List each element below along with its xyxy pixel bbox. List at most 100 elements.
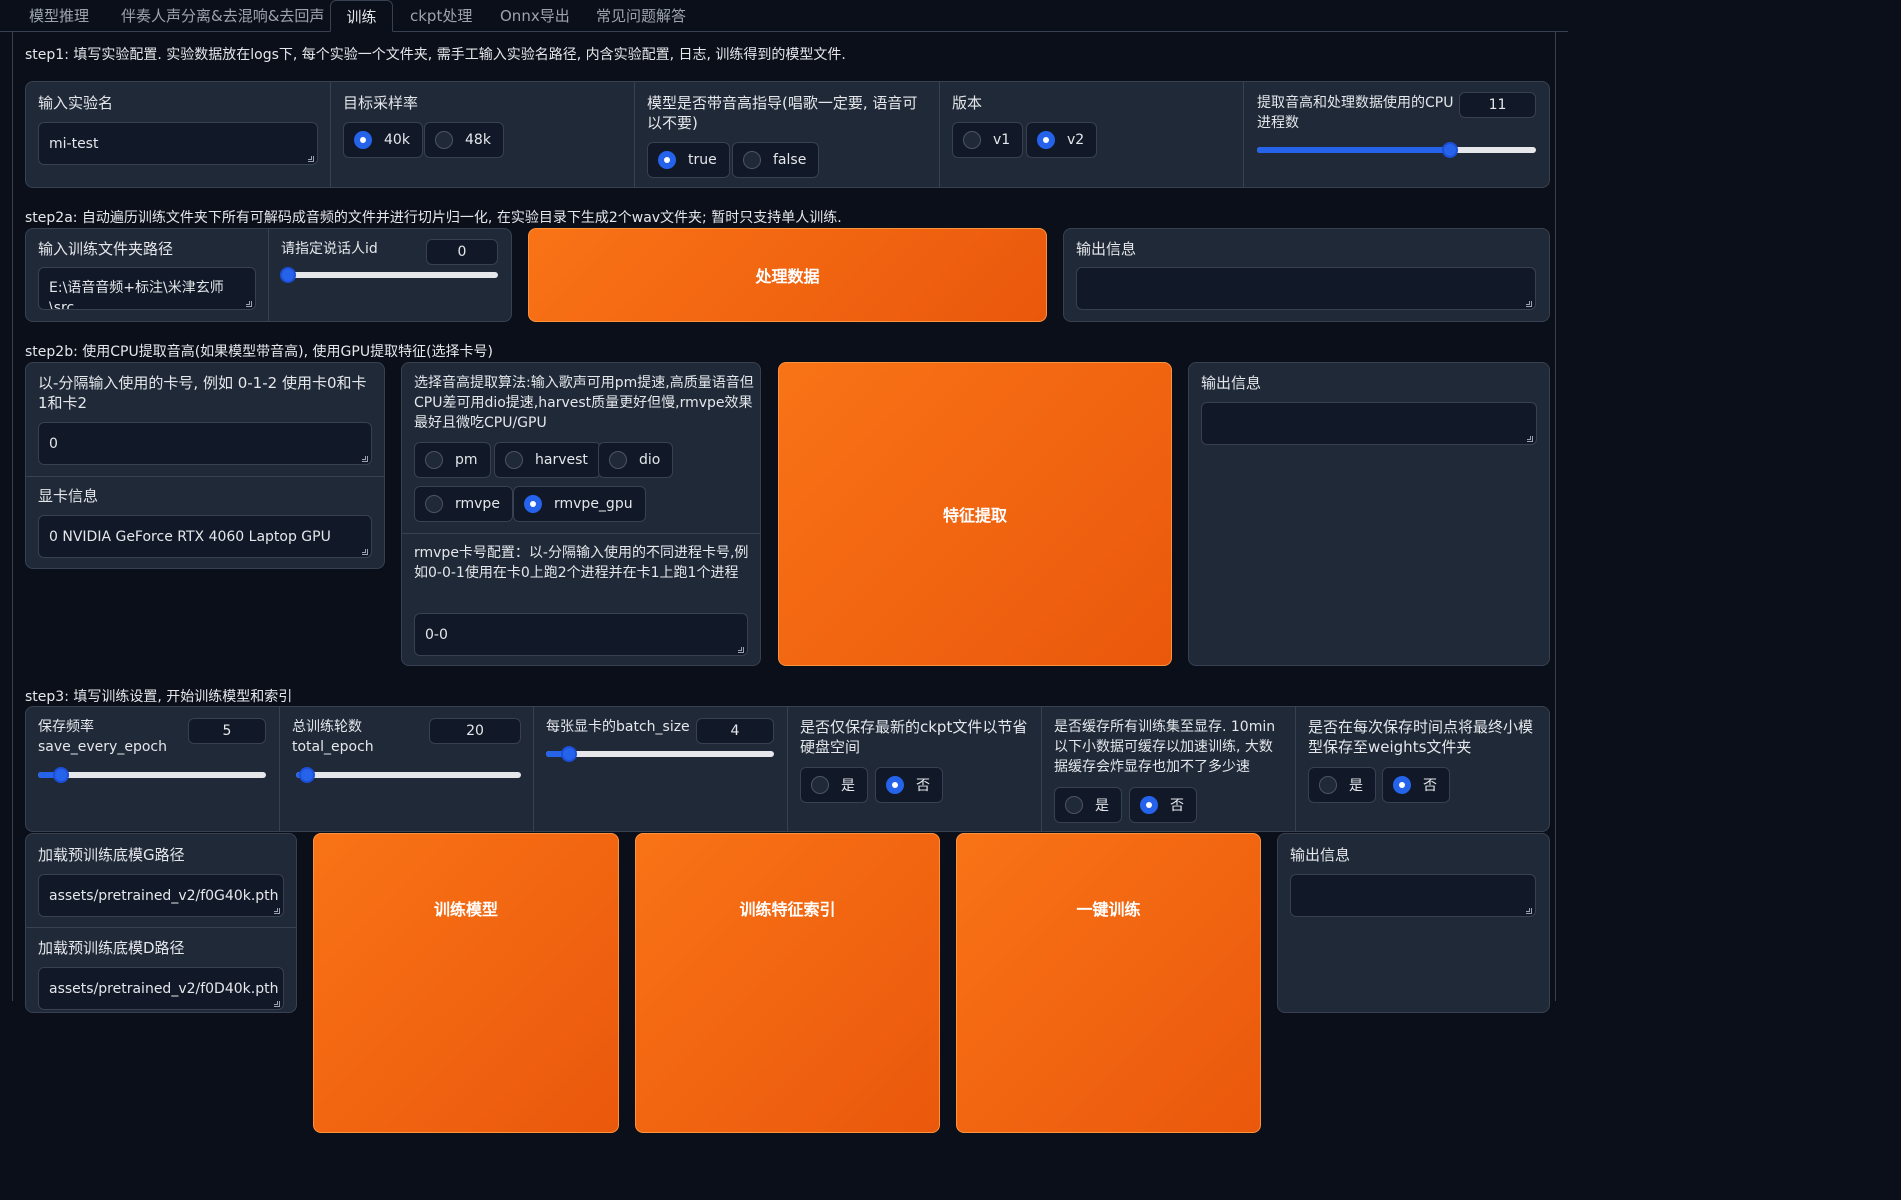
train-index-button[interactable]: 训练特征索引 (635, 833, 940, 1133)
divider (279, 707, 280, 831)
divider (26, 927, 296, 928)
extract-feature-button[interactable]: 特征提取 (778, 362, 1172, 666)
radio-unchecked-icon (435, 131, 453, 149)
save-latest-label: 是否仅保存最新的ckpt文件以节省硬盘空间 (800, 718, 1028, 756)
radio-checked-icon (1393, 776, 1411, 794)
radio-label: true (688, 152, 717, 168)
radio-label: v1 (993, 132, 1011, 148)
resize-grip-icon[interactable] (738, 647, 744, 653)
slider-thumb[interactable] (52, 767, 69, 783)
radio-label: 是 (1095, 798, 1109, 814)
gpus-label: 以-分隔输入使用的卡号, 例如 0-1-2 使用卡0和卡1和卡2 (38, 374, 367, 412)
exp-name-label: 输入实验名 (38, 94, 114, 112)
radio-label: 40k (384, 132, 410, 148)
radio-unchecked-icon (1319, 776, 1337, 794)
output-info-textarea[interactable] (1076, 267, 1536, 310)
batch-size-slider[interactable] (546, 746, 774, 762)
total-epoch-number[interactable]: 20 (429, 718, 521, 744)
radio-weights-no[interactable]: 否 (1382, 767, 1450, 803)
step2b-gpu-panel: 以-分隔输入使用的卡号, 例如 0-1-2 使用卡0和卡1和卡2 0 显卡信息 … (25, 362, 385, 569)
resize-grip-icon[interactable] (1526, 908, 1532, 914)
radio-f0-true[interactable]: true (647, 142, 730, 178)
rmvpe-gpus-input[interactable]: 0-0 (414, 613, 748, 656)
radio-f0-rmvpe[interactable]: rmvpe (414, 486, 513, 522)
batch-size-number[interactable]: 4 (696, 718, 774, 744)
resize-grip-icon[interactable] (1526, 301, 1532, 307)
divider (268, 229, 269, 321)
speaker-id-label: 请指定说话人id (281, 241, 378, 257)
pretrained-g-input[interactable]: assets/pretrained_v2/f0G40k.pth (38, 874, 284, 917)
slider-thumb[interactable] (280, 267, 296, 283)
radio-unchecked-icon (743, 151, 761, 169)
total-epoch-slider[interactable] (296, 767, 521, 783)
radio-weights-yes[interactable]: 是 (1308, 767, 1376, 803)
trainset-dir-input[interactable]: E:\语音音频+标注\米津玄师\src (38, 267, 256, 310)
rmvpe-gpus-label: rmvpe卡号配置：以-分隔输入使用的不同进程卡号,例如0-0-1使用在卡0上跑… (414, 545, 749, 581)
exp-name-input[interactable]: mi-test (38, 122, 318, 165)
radio-f0-rmvpe-gpu[interactable]: rmvpe_gpu (513, 486, 646, 522)
cpu-processes-label: 提取音高和处理数据使用的CPU进程数 (1257, 95, 1454, 131)
trainset-dir-label: 输入训练文件夹路径 (38, 240, 174, 258)
tab-inference[interactable]: 模型推理 (29, 0, 89, 32)
step3-title: step3: 填写训练设置, 开始训练模型和索引 (25, 689, 293, 705)
tab-train[interactable]: 训练 (330, 0, 393, 32)
tab-faq[interactable]: 常见问题解答 (596, 0, 686, 32)
gpus-value: 0 (49, 436, 58, 452)
tab-onnx[interactable]: Onnx导出 (500, 0, 570, 32)
resize-grip-icon[interactable] (308, 156, 314, 162)
resize-grip-icon[interactable] (274, 1001, 280, 1007)
radio-f0-harvest[interactable]: harvest (494, 442, 601, 478)
output-info-textarea[interactable] (1290, 874, 1536, 917)
radio-version-v2[interactable]: v2 (1026, 122, 1098, 158)
trainset-dir-value: E:\语音音频+标注\米津玄师\src (49, 280, 224, 310)
resize-grip-icon[interactable] (274, 908, 280, 914)
save-epoch-number[interactable]: 5 (188, 718, 266, 744)
cpu-processes-number[interactable]: 11 (1459, 92, 1536, 118)
resize-grip-icon[interactable] (362, 549, 368, 555)
step2b-title: step2b: 使用CPU提取音高(如果模型带音高), 使用GPU提取特征(选择… (25, 344, 493, 360)
gpu-info-label: 显卡信息 (38, 487, 99, 505)
tab-uvr[interactable]: 伴奏人声分离&去混响&去回声 (121, 0, 324, 32)
radio-latest-yes[interactable]: 是 (800, 767, 868, 803)
resize-grip-icon[interactable] (362, 456, 368, 462)
radio-sr-40k[interactable]: 40k (343, 122, 423, 158)
speaker-id-slider[interactable] (280, 267, 498, 283)
radio-f0-dio[interactable]: dio (598, 442, 674, 478)
resize-grip-icon[interactable] (246, 301, 252, 307)
total-epoch-label: 总训练轮数 total_epoch (292, 719, 374, 755)
radio-f0-pm[interactable]: pm (414, 442, 491, 478)
gpus-input[interactable]: 0 (38, 422, 372, 465)
output-info-textarea[interactable] (1201, 402, 1537, 445)
radio-unchecked-icon (811, 776, 829, 794)
radio-unchecked-icon (425, 451, 443, 469)
output-info-label: 输出信息 (1076, 240, 1137, 258)
speaker-id-number[interactable]: 0 (426, 239, 498, 265)
radio-cache-yes[interactable]: 是 (1054, 787, 1122, 823)
save-epoch-slider[interactable] (38, 767, 266, 783)
cpu-processes-slider[interactable] (1257, 142, 1536, 158)
pretrained-d-input[interactable]: assets/pretrained_v2/f0D40k.pth (38, 967, 284, 1010)
divider (787, 707, 788, 831)
pretrained-g-value: assets/pretrained_v2/f0G40k.pth (49, 888, 279, 904)
radio-unchecked-icon (609, 451, 627, 469)
slider-thumb[interactable] (299, 767, 316, 783)
tab-ckpt[interactable]: ckpt处理 (410, 0, 472, 32)
process-data-button[interactable]: 处理数据 (528, 228, 1047, 322)
one-click-train-button[interactable]: 一键训练 (956, 833, 1261, 1133)
resize-grip-icon[interactable] (1527, 436, 1533, 442)
radio-sr-48k[interactable]: 48k (424, 122, 504, 158)
gpu-info-textarea[interactable]: 0 NVIDIA GeForce RTX 4060 Laptop GPU (38, 515, 372, 558)
divider (402, 533, 760, 534)
slider-thumb[interactable] (560, 746, 577, 762)
train-model-button[interactable]: 训练模型 (313, 833, 619, 1133)
radio-cache-no[interactable]: 否 (1129, 787, 1197, 823)
step2a-title: step2a: 自动遍历训练文件夹下所有可解码成音频的文件并进行切片归一化, 在… (25, 210, 842, 226)
slider-thumb[interactable] (1441, 142, 1458, 158)
pretrained-d-value: assets/pretrained_v2/f0D40k.pth (49, 981, 279, 997)
step2a-output-panel: 输出信息 (1063, 228, 1550, 322)
divider (26, 476, 384, 477)
radio-version-v1[interactable]: v1 (952, 122, 1024, 158)
output-info-label: 输出信息 (1290, 846, 1351, 864)
radio-f0-false[interactable]: false (732, 142, 820, 178)
radio-latest-no[interactable]: 否 (875, 767, 943, 803)
